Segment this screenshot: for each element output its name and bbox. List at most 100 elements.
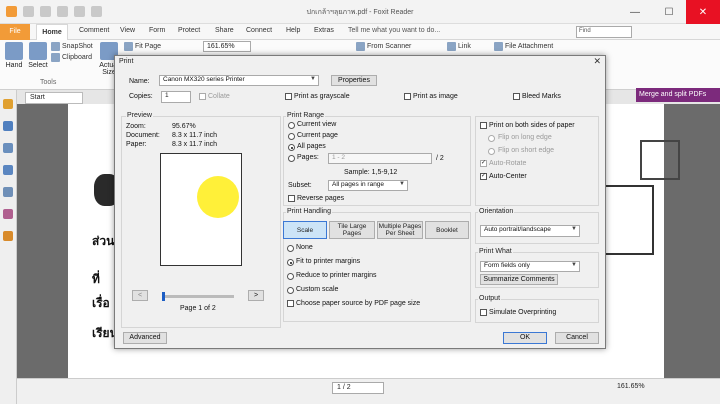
pages-label: Pages: (297, 154, 319, 161)
bleed-marks-checkbox[interactable] (513, 93, 520, 100)
current-page-label: Current page (297, 132, 338, 139)
left-sidebar (0, 90, 17, 404)
summarize-comments-button[interactable]: Summarize Comments (480, 274, 558, 285)
layers-icon[interactable] (3, 143, 13, 153)
find-input[interactable]: Find (576, 26, 632, 38)
tab-connect[interactable]: Connect (246, 27, 272, 34)
tab-protect[interactable]: Protect (178, 27, 200, 34)
copies-label: Copies: (129, 93, 153, 100)
print-image-checkbox[interactable] (404, 93, 411, 100)
booklet-button[interactable]: Booklet (425, 221, 469, 239)
orientation-title: Orientation (478, 208, 515, 215)
clipboard-button[interactable]: Clipboard (51, 53, 92, 62)
minimize-button[interactable]: — (618, 0, 652, 24)
collate-checkbox[interactable] (199, 93, 206, 100)
slider-thumb[interactable] (162, 292, 165, 301)
tab-share[interactable]: Share (215, 27, 234, 34)
maximize-button[interactable]: ☐ (652, 0, 686, 24)
tab-extras[interactable]: Extras (314, 27, 334, 34)
print-what-title: Print What (478, 248, 513, 255)
bookmark-icon[interactable] (3, 99, 13, 109)
tab-view[interactable]: View (120, 27, 135, 34)
signature-icon[interactable] (3, 209, 13, 219)
current-page-radio[interactable] (288, 133, 295, 140)
none-radio[interactable] (287, 245, 294, 252)
clipboard-label: Clipboard (62, 54, 92, 61)
tell-me-search[interactable]: Tell me what you want to do... (348, 27, 440, 34)
preview-prev-button[interactable]: < (132, 290, 148, 301)
tab-help[interactable]: Help (286, 27, 300, 34)
flip-short-radio[interactable] (488, 148, 495, 155)
hand-label: Hand (5, 62, 23, 69)
file-attachment-button[interactable]: File Attachment (494, 42, 553, 51)
reduce-margins-radio[interactable] (287, 273, 294, 280)
doc-tab-start[interactable]: Start (25, 92, 83, 104)
scale-button[interactable]: Scale (283, 221, 327, 239)
close-button[interactable]: ✕ (686, 0, 720, 24)
pages-input[interactable]: 1 - 2 (328, 153, 432, 164)
output-title: Output (478, 295, 502, 302)
copies-input[interactable]: 1 (161, 91, 191, 103)
snapshot-icon (51, 42, 60, 51)
printer-value: Canon MX320 series Printer (163, 76, 245, 83)
collate-label: Collate (208, 93, 230, 100)
auto-center-label: Auto-Center (489, 173, 527, 180)
reverse-pages-checkbox[interactable] (288, 195, 295, 202)
print-what-select[interactable]: Form fields only ▼ (480, 261, 580, 272)
auto-rotate-checkbox[interactable]: ✓ (480, 160, 487, 167)
link-button[interactable]: Link (447, 42, 471, 51)
printer-select[interactable]: Canon MX320 series Printer ▼ (159, 75, 319, 86)
simulate-overprinting-checkbox[interactable] (480, 309, 487, 316)
snapshot-button[interactable]: SnapShot (51, 42, 93, 51)
paper-size-label: Paper: (126, 141, 147, 148)
both-sides-checkbox[interactable] (480, 122, 487, 129)
cancel-button[interactable]: Cancel (555, 332, 599, 344)
pages-radio[interactable] (288, 155, 295, 162)
properties-button[interactable]: Properties (331, 75, 377, 86)
fit-margins-radio[interactable] (287, 259, 294, 266)
hand-tool-button[interactable]: Hand (2, 42, 26, 69)
link-label: Link (458, 43, 471, 50)
tab-comment[interactable]: Comment (79, 27, 109, 34)
tab-form[interactable]: Form (149, 27, 165, 34)
document-frame (604, 185, 654, 255)
advanced-button[interactable]: Advanced (123, 332, 167, 344)
tile-large-pages-button[interactable]: Tile Large Pages (329, 221, 375, 239)
attachments-icon[interactable] (3, 187, 13, 197)
preview-group: Preview Zoom: 95.67% Document: 8.3 x 11.… (121, 112, 281, 328)
comments-icon[interactable] (3, 165, 13, 175)
tab-file[interactable]: File (0, 24, 30, 40)
from-scanner-button[interactable]: From Scanner (356, 42, 411, 51)
select-label: Select (28, 62, 48, 69)
preview-next-button[interactable]: > (248, 290, 264, 301)
subset-select[interactable]: All pages in range ▼ (328, 180, 408, 191)
zoom-select[interactable]: 161.65% (203, 41, 251, 52)
merge-split-banner[interactable]: Merge and split PDFs (636, 88, 720, 102)
ok-button[interactable]: OK (503, 332, 547, 344)
window-controls: — ☐ ✕ (618, 0, 720, 24)
paper-source-checkbox[interactable] (287, 300, 294, 307)
current-view-radio[interactable] (288, 122, 295, 129)
print-image-label: Print as image (413, 93, 458, 100)
select-tool-button[interactable]: Select (26, 42, 50, 69)
pages-icon[interactable] (3, 121, 13, 131)
page-navigator[interactable]: 1 / 2 (332, 382, 384, 394)
chevron-down-icon: ▼ (399, 181, 405, 187)
all-pages-radio[interactable] (288, 144, 295, 151)
custom-scale-radio[interactable] (287, 287, 294, 294)
flip-long-radio[interactable] (488, 135, 495, 142)
auto-center-checkbox[interactable]: ✓ (480, 173, 487, 180)
print-what-group: Print What Form fields only ▼ Summarize C… (475, 248, 599, 288)
orientation-select[interactable]: Auto portrait/landscape ▼ (480, 225, 580, 237)
grayscale-checkbox[interactable] (285, 93, 292, 100)
fit-page-button[interactable]: Fit Page (124, 42, 161, 51)
tab-home[interactable]: Home (36, 24, 68, 40)
multiple-pages-button[interactable]: Multiple Pages Per Sheet (377, 221, 423, 239)
grayscale-label: Print as grayscale (294, 93, 350, 100)
dialog-close-button[interactable]: ✕ (593, 56, 601, 67)
ribbon-tabs: File Home Comment View Form Protect Shar… (0, 24, 720, 40)
lock-icon[interactable] (3, 231, 13, 241)
all-pages-label: All pages (297, 143, 326, 150)
preview-page-slider[interactable] (162, 292, 234, 301)
document-frame (640, 140, 680, 180)
